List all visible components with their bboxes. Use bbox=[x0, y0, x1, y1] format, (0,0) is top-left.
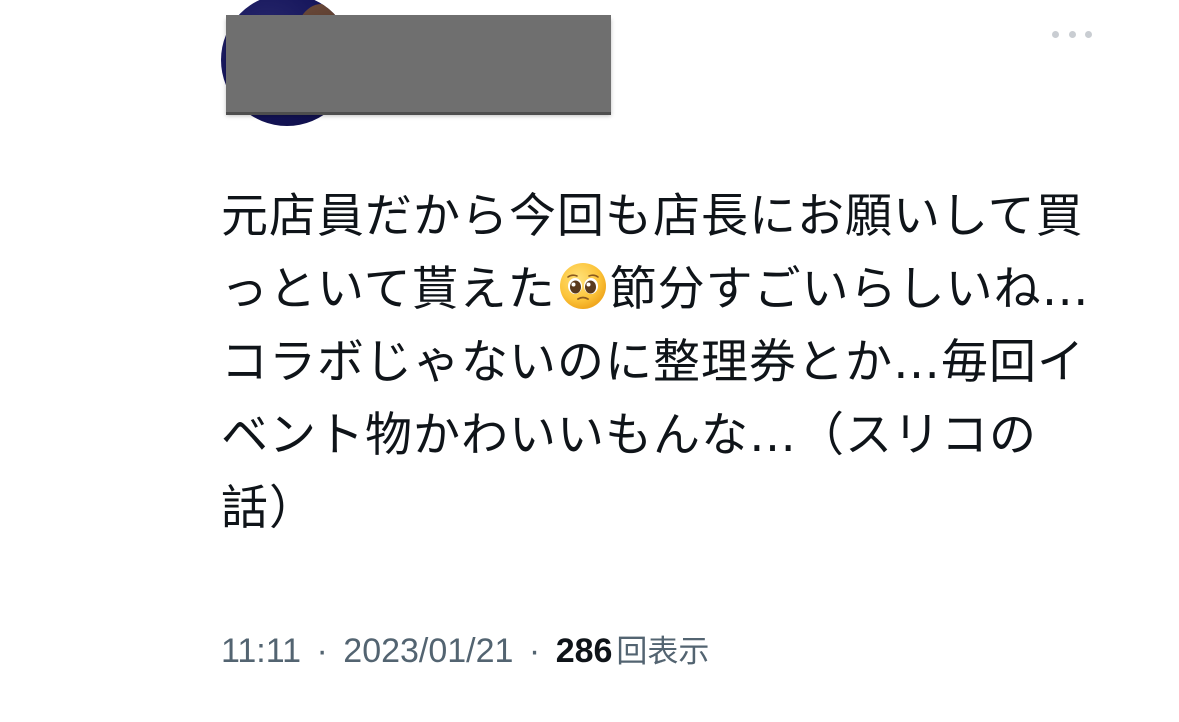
views-count[interactable]: 286 bbox=[556, 632, 613, 670]
views-label: 回表示 bbox=[616, 634, 710, 669]
meta-separator: · bbox=[316, 632, 328, 670]
tweet-date[interactable]: 2023/01/21 bbox=[343, 632, 513, 670]
pleading-face-emoji-icon bbox=[558, 259, 608, 309]
more-options-button[interactable] bbox=[1052, 22, 1092, 46]
meta-separator-2: · bbox=[528, 632, 541, 670]
tweet: 元店員だから今回も店長にお願いして買っといて貰えた 節分すごいらしいね…コラボじ… bbox=[0, 0, 1179, 722]
more-horizontal-icon bbox=[1052, 30, 1059, 38]
tweet-text: 元店員だから今回も店長にお願いして買っといて貰えた 節分すごいらしいね…コラボじ… bbox=[221, 180, 1101, 545]
redacted-username-block bbox=[226, 15, 611, 112]
tweet-metadata: 11:11 · 2023/01/21 · 286 回表示 bbox=[221, 628, 709, 675]
tweet-time[interactable]: 11:11 bbox=[221, 632, 301, 670]
more-horizontal-icon-dot-3 bbox=[1085, 30, 1092, 38]
more-horizontal-icon-dot-2 bbox=[1068, 30, 1076, 38]
